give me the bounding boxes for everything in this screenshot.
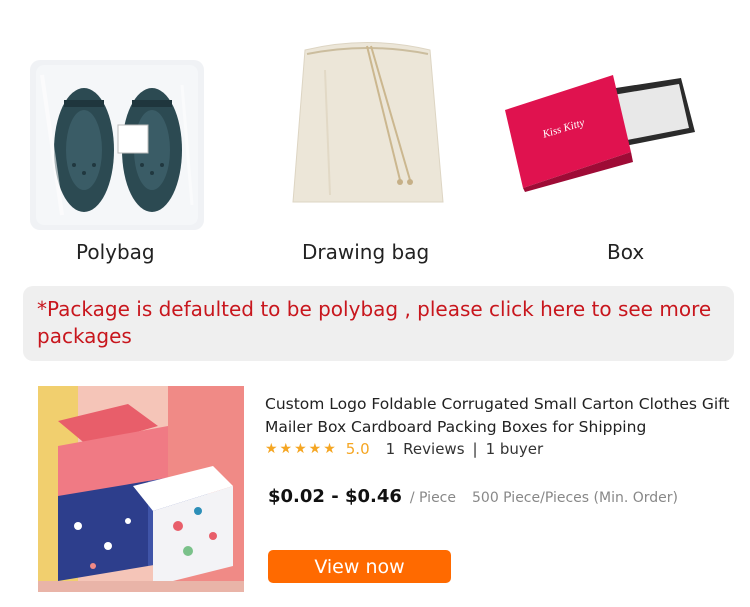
product-title[interactable]: Custom Logo Foldable Corrugated Small Ca…	[265, 393, 735, 439]
rating-row: ★★★★★ 5.0 1 Reviews | 1 buyer	[265, 440, 543, 458]
buyers-count: 1 buyer	[485, 440, 544, 458]
price-unit: / Piece	[409, 490, 456, 506]
gift-box-image: Kiss Kitty	[503, 70, 698, 192]
package-notice-banner[interactable]: *Package is defaulted to be polybag , pl…	[23, 286, 734, 361]
reviews-count: 1	[385, 440, 396, 458]
package-label-polybag: Polybag	[76, 240, 155, 264]
notice-text[interactable]: *Package is defaulted to be polybag , pl…	[37, 297, 711, 348]
package-label-box: Box	[607, 240, 645, 264]
price-row: $0.02 - $0.46 / Piece 500 Piece/Pieces (…	[268, 486, 678, 507]
rating-separator: |	[472, 440, 478, 458]
reviews-label: Reviews	[403, 440, 465, 458]
package-label-drawing-bag: Drawing bag	[302, 240, 430, 264]
product-image[interactable]	[38, 386, 244, 592]
view-now-button[interactable]: View now	[268, 550, 451, 583]
star-rating-icon: ★★★★★	[265, 441, 338, 457]
rating-score: 5.0	[345, 440, 370, 458]
price-range: $0.02 - $0.46	[268, 486, 402, 507]
drawstring-bag-image	[285, 30, 450, 208]
polybag-image	[22, 55, 212, 235]
min-order: 500 Piece/Pieces (Min. Order)	[472, 490, 678, 506]
